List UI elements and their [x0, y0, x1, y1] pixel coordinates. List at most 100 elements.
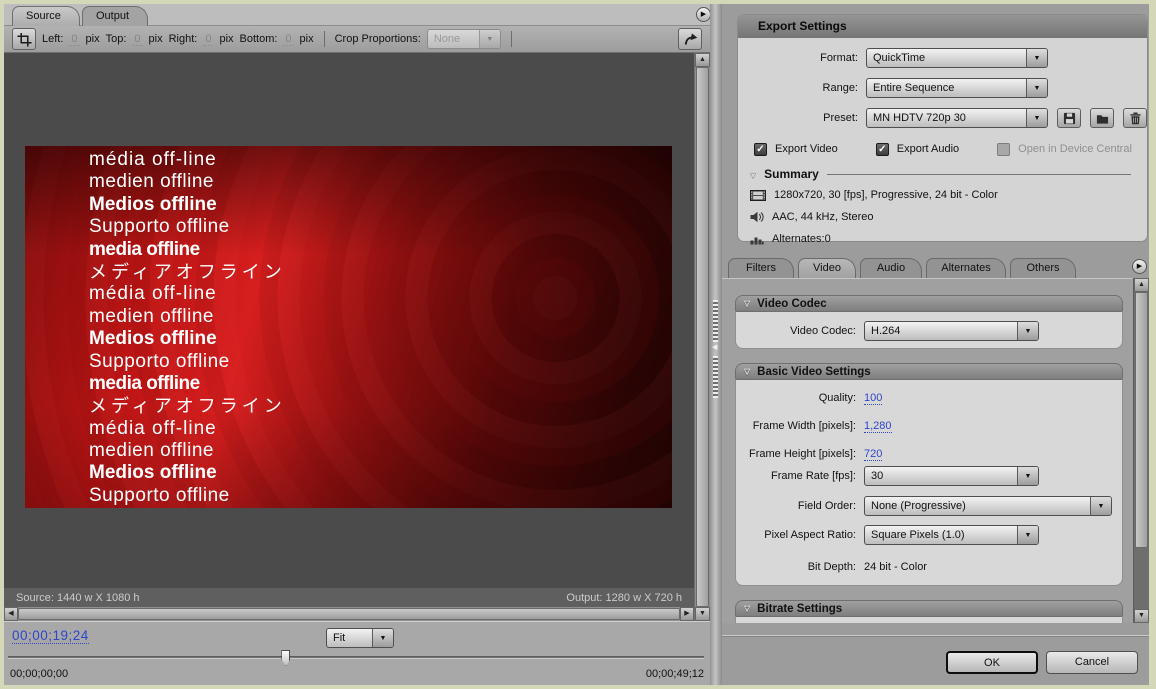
settings-panel: Export Settings Format: QuickTime ▼ Rang… [722, 4, 1149, 685]
field-order-label: Field Order: [736, 500, 864, 512]
export-video-checkbox[interactable]: ✓ [754, 143, 767, 156]
preview-vertical-scrollbar[interactable]: ▲ ▼ [694, 53, 710, 621]
pixel-aspect-ratio-dropdown[interactable]: Square Pixels (1.0) ▼ [864, 525, 1039, 545]
range-value: Entire Sequence [867, 79, 1026, 97]
range-dropdown[interactable]: Entire Sequence ▼ [866, 78, 1048, 98]
playhead[interactable] [281, 650, 290, 666]
panel-splitter[interactable]: ◀ [710, 4, 722, 685]
import-preset-button[interactable] [1090, 108, 1114, 128]
frame-width-label: Frame Width [pixels]: [736, 420, 864, 432]
frame-height-value-link[interactable]: 720 [864, 448, 882, 461]
save-preset-button[interactable] [1057, 108, 1081, 128]
crop-tool-button[interactable] [12, 28, 36, 50]
scroll-left-icon[interactable]: ◀ [4, 607, 18, 621]
crop-bottom-label: Bottom: [240, 33, 278, 45]
view-zoom-dropdown[interactable]: Fit ▼ [326, 628, 394, 648]
tab-output[interactable]: Output [82, 6, 148, 26]
tab-video[interactable]: Video [798, 258, 856, 278]
crop-top-value: 0 [132, 33, 142, 46]
scroll-up-icon[interactable]: ▲ [695, 53, 710, 67]
view-zoom-value: Fit [327, 629, 372, 647]
toolbar-separator [511, 31, 512, 47]
toolbar-separator [324, 31, 325, 47]
video-tab-content: ▽ Video Codec Video Codec: H.264 ▼ ▽ Bas… [722, 278, 1133, 623]
frame-width-value-link[interactable]: 1,280 [864, 420, 892, 433]
basic-video-settings-header[interactable]: ▽ Basic Video Settings [735, 363, 1123, 380]
panel-menu-icon[interactable]: ▶ [696, 7, 711, 22]
crop-toolbar: Left: 0 pix Top: 0 pix Right: 0 pix Bott… [4, 26, 710, 53]
tab-alternates[interactable]: Alternates [926, 258, 1006, 278]
media-offline-text: Medios offline [89, 194, 672, 216]
pixel-aspect-ratio-value: Square Pixels (1.0) [865, 526, 1017, 544]
quality-value-link[interactable]: 100 [864, 392, 882, 405]
folder-icon [1096, 112, 1109, 125]
chevron-down-icon: ▼ [1026, 109, 1047, 127]
timeline-slider[interactable] [8, 656, 704, 659]
current-timecode-link[interactable]: 00;00;19;24 [12, 628, 89, 644]
quality-label: Quality: [736, 392, 864, 404]
bitrate-settings-header[interactable]: ▽ Bitrate Settings [735, 600, 1123, 617]
panel-menu-icon[interactable]: ▶ [1132, 259, 1147, 274]
delete-preset-button[interactable] [1123, 108, 1147, 128]
scrollbar-thumb[interactable] [18, 608, 680, 620]
video-codec-label: Video Codec: [736, 325, 864, 337]
summary-video-text: 1280x720, 30 [fps], Progressive, 24 bit … [774, 189, 998, 201]
collapse-arrow-icon[interactable]: ◀ [712, 343, 717, 351]
format-dropdown[interactable]: QuickTime ▼ [866, 48, 1048, 68]
media-offline-text: メディアオフライン [89, 395, 672, 417]
summary-alternates-row: Alternates:0 [750, 233, 1139, 245]
pix-unit: pix [149, 33, 163, 45]
export-settings-group: Export Settings Format: QuickTime ▼ Rang… [737, 14, 1148, 242]
source-dimensions: Source: 1440 w X 1080 h [16, 592, 140, 604]
preset-dropdown[interactable]: MN HDTV 720p 30 ▼ [866, 108, 1048, 128]
scroll-down-icon[interactable]: ▼ [1134, 609, 1149, 623]
preset-value: MN HDTV 720p 30 [867, 109, 1026, 127]
disclosure-triangle-icon: ▽ [744, 367, 750, 376]
tab-filters[interactable]: Filters [728, 258, 794, 278]
basic-video-settings-body: Quality: 100 Frame Width [pixels]: 1,280… [735, 380, 1123, 586]
field-order-dropdown[interactable]: None (Progressive) ▼ [864, 496, 1112, 516]
cancel-button[interactable]: Cancel [1046, 651, 1138, 674]
scroll-up-icon[interactable]: ▲ [1134, 278, 1149, 292]
ok-button[interactable]: OK [946, 651, 1038, 674]
tab-source[interactable]: Source [12, 6, 80, 26]
settings-vertical-scrollbar[interactable]: ▲ ▼ [1133, 278, 1149, 623]
bitrate-settings-title: Bitrate Settings [757, 603, 842, 615]
bit-depth-label: Bit Depth: [736, 561, 864, 573]
crop-left-label: Left: [42, 33, 63, 45]
transport-bar: 00;00;19;24 Fit ▼ 00;00;00;00 00;00;49;1… [4, 621, 710, 685]
tab-audio[interactable]: Audio [860, 258, 922, 278]
media-offline-text: Medios offline [89, 462, 672, 484]
frame-rate-label: Frame Rate [fps]: [736, 470, 864, 482]
frame-rate-dropdown[interactable]: 30 ▼ [864, 466, 1039, 486]
chevron-down-icon: ▼ [1017, 322, 1038, 340]
disclosure-triangle-icon: ▽ [744, 604, 750, 613]
footer-divider [722, 635, 1149, 637]
video-codec-section-body: Video Codec: H.264 ▼ [735, 312, 1123, 349]
media-offline-text: Supporto offline [89, 216, 672, 238]
scrollbar-thumb[interactable] [1135, 292, 1148, 548]
video-codec-dropdown[interactable]: H.264 ▼ [864, 321, 1039, 341]
pix-unit: pix [86, 33, 100, 45]
scroll-down-icon[interactable]: ▼ [695, 607, 710, 621]
scrollbar-thumb[interactable] [696, 67, 709, 607]
media-offline-text: media offline [89, 239, 672, 261]
export-settings-dialog: Source Output ▶ Left: 0 pix Top: 0 pix R… [0, 0, 1156, 689]
preview-horizontal-scrollbar[interactable]: ◀ ▶ [4, 607, 694, 621]
crop-top-label: Top: [106, 33, 127, 45]
video-frame-icon [750, 190, 766, 201]
media-offline-text: medien offline [89, 171, 672, 193]
bitrate-chart-icon [750, 234, 764, 245]
splitter-grip [713, 300, 718, 342]
disclosure-triangle-icon: ▽ [750, 170, 756, 179]
crop-bottom-value: 0 [283, 33, 293, 46]
export-frame-button[interactable] [678, 28, 702, 50]
scroll-right-icon[interactable]: ▶ [680, 607, 694, 621]
export-audio-checkbox[interactable]: ✓ [876, 143, 889, 156]
summary-header[interactable]: ▽ Summary [750, 167, 1131, 181]
video-codec-section-header[interactable]: ▽ Video Codec [735, 295, 1123, 312]
bit-depth-value: 24 bit - Color [864, 561, 927, 573]
range-label: Range: [738, 82, 866, 94]
bitrate-settings-body [735, 617, 1123, 623]
tab-others[interactable]: Others [1010, 258, 1076, 278]
